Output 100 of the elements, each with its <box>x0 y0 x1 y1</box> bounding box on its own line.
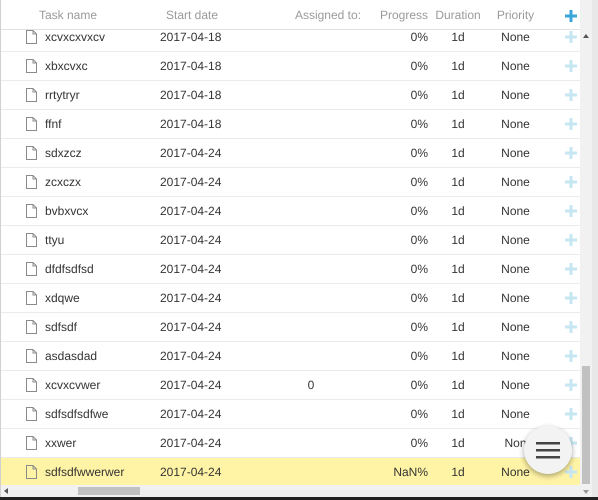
task-name: xcvxcxvxcv <box>45 30 105 46</box>
document-icon <box>26 30 37 44</box>
add-subtask-icon[interactable] <box>565 118 577 130</box>
task-name: xxwer <box>45 435 76 452</box>
task-row[interactable]: xcvxcxvxcv 2017-04-18 0% 1d None <box>1 30 580 52</box>
start-date-cell-text: 2017-04-24 <box>159 203 222 220</box>
priority-cell-text: None <box>500 203 531 220</box>
start-date-cell-text: 2017-04-24 <box>159 232 222 249</box>
add-subtask-icon[interactable] <box>565 350 577 362</box>
scroll-left-icon[interactable] <box>4 488 8 494</box>
add-subtask-icon[interactable] <box>565 379 577 391</box>
progress-cell-text: 0% <box>410 203 428 220</box>
progress-cell-text: NaN% <box>392 464 428 481</box>
document-icon <box>26 88 37 102</box>
task-name: rrtytryr <box>45 87 80 104</box>
add-subtask-icon[interactable] <box>565 60 577 72</box>
progress-cell-text: 0% <box>410 87 428 104</box>
start-date-cell-text: 2017-04-24 <box>159 261 222 278</box>
document-icon <box>26 117 37 131</box>
progress-cell-text: 0% <box>410 377 428 394</box>
task-name: xbxcvxc <box>45 58 88 75</box>
duration-cell-text: 1d <box>450 464 466 481</box>
priority-cell-text: None <box>500 87 531 104</box>
add-subtask-icon[interactable] <box>565 147 577 159</box>
task-name: sdfsdf <box>45 319 78 336</box>
progress-cell-text: 0% <box>410 348 428 365</box>
document-icon <box>26 59 37 73</box>
document-icon <box>26 349 37 363</box>
start-date-cell-text: 2017-04-24 <box>159 319 222 336</box>
document-icon <box>26 233 37 247</box>
duration-cell-text: 1d <box>450 203 466 220</box>
add-subtask-icon[interactable] <box>565 263 577 275</box>
duration-cell-text: 1d <box>450 145 466 162</box>
add-subtask-icon[interactable] <box>565 31 577 43</box>
document-icon <box>26 320 37 334</box>
duration-cell-text: 1d <box>450 435 466 452</box>
start-date-cell-text: 2017-04-24 <box>159 464 222 481</box>
duration-cell-text: 1d <box>450 30 466 46</box>
add-subtask-icon[interactable] <box>565 205 577 217</box>
add-icon[interactable] <box>565 10 577 22</box>
document-icon <box>26 436 37 450</box>
duration-cell-text: 1d <box>450 319 466 336</box>
priority-cell-text: None <box>500 58 531 75</box>
task-name: sdxzcz <box>45 145 82 162</box>
menu-icon <box>536 441 560 459</box>
progress-cell-text: 0% <box>410 261 428 278</box>
add-subtask-icon[interactable] <box>565 292 577 304</box>
add-subtask-icon[interactable] <box>565 321 577 333</box>
document-icon <box>26 465 37 479</box>
priority-cell-text: None <box>500 145 531 162</box>
start-date-cell-text: 2017-04-24 <box>159 145 222 162</box>
duration-cell-text: 1d <box>450 232 466 249</box>
add-subtask-icon[interactable] <box>565 89 577 101</box>
task-name: ttyu <box>45 232 64 249</box>
progress-cell-text: 0% <box>410 406 428 423</box>
scroll-up-icon[interactable] <box>583 34 589 38</box>
add-subtask-icon[interactable] <box>565 466 577 478</box>
progress-cell-text: 0% <box>410 145 428 162</box>
document-icon <box>26 204 37 218</box>
duration-cell-text: 1d <box>450 261 466 278</box>
document-icon <box>26 291 37 305</box>
start-date-cell-text: 2017-04-24 <box>159 435 222 452</box>
progress-cell-text: 0% <box>410 30 428 46</box>
scroll-down-icon[interactable] <box>583 490 589 494</box>
priority-cell-text: None <box>500 30 531 46</box>
duration-cell-text: 1d <box>450 58 466 75</box>
progress-cell-text: 0% <box>410 58 428 75</box>
add-subtask-icon[interactable] <box>565 176 577 188</box>
priority-cell-text: None <box>500 261 531 278</box>
start-date-cell-text: 2017-04-18 <box>159 58 222 75</box>
add-subtask-icon[interactable] <box>565 234 577 246</box>
task-name: ffnf <box>45 116 62 133</box>
priority-cell-text: None <box>500 464 531 481</box>
start-date-cell-text: 2017-04-24 <box>159 348 222 365</box>
start-date-cell-text: 2017-04-24 <box>159 290 222 307</box>
priority-cell-text: None <box>500 290 531 307</box>
add-subtask-icon[interactable] <box>565 408 577 420</box>
task-name: xdqwe <box>45 290 80 307</box>
document-icon <box>26 175 37 189</box>
duration-cell-text: 1d <box>450 116 466 133</box>
duration-cell-text: 1d <box>450 406 466 423</box>
priority-cell-text: None <box>500 377 531 394</box>
priority-cell-text: None <box>500 406 531 423</box>
start-date-cell-text: 2017-04-24 <box>159 174 222 191</box>
start-date-cell-text: 2017-04-18 <box>159 116 222 133</box>
duration-cell-text: 1d <box>450 377 466 394</box>
start-date-cell-text: 2017-04-24 <box>159 406 222 423</box>
task-name: sdfsdfsdfwe <box>45 406 108 423</box>
progress-cell-text: 0% <box>410 435 428 452</box>
progress-cell-text: 0% <box>410 232 428 249</box>
task-name: dfdfsdfsd <box>45 261 94 278</box>
document-icon <box>26 146 37 160</box>
horizontal-scrollbar-thumb[interactable] <box>78 487 140 495</box>
priority-cell-text: None <box>500 319 531 336</box>
task-name: sdfsdfwwerwer <box>45 464 124 481</box>
priority-cell-text: None <box>500 232 531 249</box>
duration-cell-text: 1d <box>450 87 466 104</box>
selected-task-row[interactable]: sdfsdfwwerwer 2017-04-24 NaN% 1d None <box>1 458 580 485</box>
task-name: zcxczx <box>45 174 81 191</box>
vertical-scrollbar-thumb[interactable] <box>582 366 590 484</box>
